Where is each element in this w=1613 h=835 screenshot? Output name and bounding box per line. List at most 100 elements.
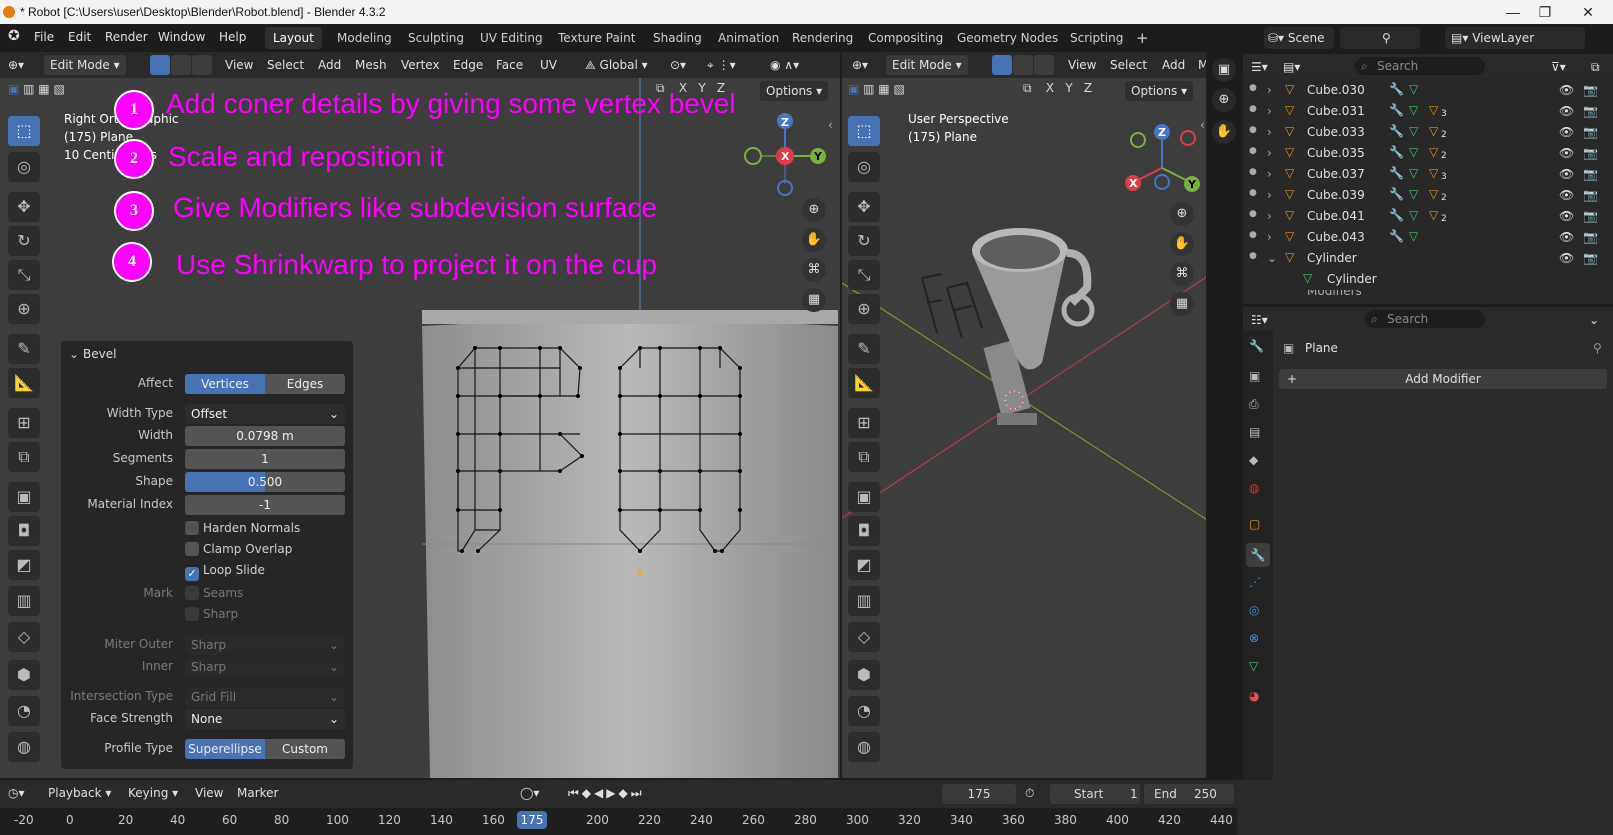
zoom-icon-right[interactable]: ⊕ (1170, 202, 1194, 226)
properties-editor-icon[interactable]: ☷▾ (1251, 310, 1268, 330)
bevel-tool-right[interactable]: ◩ (848, 550, 880, 580)
loop-cut-tool[interactable]: ▥ (8, 586, 40, 616)
profile-custom-button[interactable]: Custom (265, 739, 345, 759)
tab-layout[interactable]: Layout (265, 27, 322, 49)
options-dropdown-right[interactable]: Options ▾ (1125, 81, 1194, 101)
scene-selector[interactable]: ⛁▾ Scene (1264, 27, 1334, 49)
perspective-grid-icon[interactable]: ▦ (1170, 292, 1194, 316)
outliner-row[interactable]: ● › ▽ Cube.031 🔧 ▽ ▽ 3 👁 📷 (1243, 101, 1613, 122)
chevron-right-icon[interactable]: › (1267, 83, 1272, 97)
outliner-row[interactable]: ● › ▽ Cube.035 🔧 ▽ ▽ 2 👁 📷 (1243, 143, 1613, 164)
proportional-edit-icon[interactable]: ◉ ∧▾ (770, 55, 799, 75)
clamp-overlap-checkbox[interactable]: Clamp Overlap (185, 542, 292, 556)
modifier-wrench-icon[interactable]: 🔧 (1246, 543, 1270, 567)
render-camera-icon[interactable]: 📷 (1583, 125, 1598, 139)
mesh-data-icon[interactable]: ▽ (1409, 82, 1418, 96)
loop-cut-tool-right[interactable]: ▥ (848, 586, 880, 616)
miter-outer-dropdown[interactable]: Sharp ⌄ (185, 635, 345, 655)
loop-slide-checkbox[interactable]: ✓ Loop Slide (185, 563, 265, 581)
menu-help[interactable]: Help (219, 30, 246, 44)
menu-window[interactable]: Window (158, 30, 205, 44)
maximize-button[interactable]: ❐ (1530, 2, 1560, 22)
select-box-tool-right[interactable]: ⬚ (848, 116, 880, 146)
modifier-wrench-icon[interactable]: 🔧 (1389, 187, 1404, 201)
menu-uv[interactable]: UV (540, 55, 557, 75)
add-object-tool[interactable]: ⧉ (8, 442, 40, 472)
camera-icon-right[interactable]: ⌘ (1170, 262, 1194, 286)
add-object-tool-right[interactable]: ⧉ (848, 442, 880, 472)
view-layer-selector[interactable]: ▤▾ ViewLayer (1445, 27, 1585, 49)
properties-search-input[interactable]: ⌕ Search (1365, 310, 1485, 328)
particles-tab-icon[interactable]: ⋰ (1249, 575, 1261, 589)
render-camera-icon[interactable]: 📷 (1583, 251, 1598, 265)
editor-type-icon[interactable]: ⊕▾ (8, 55, 24, 75)
edge-select-button-right[interactable] (1013, 55, 1033, 75)
chevron-right-icon[interactable]: › (1267, 104, 1272, 118)
scale-tool-right[interactable]: ⤡ (848, 260, 880, 290)
rotate-tool[interactable]: ↻ (8, 226, 40, 256)
pan-hand-icon-strip[interactable]: ✋ (1212, 120, 1236, 144)
modifier-wrench-icon[interactable]: 🔧 (1389, 166, 1404, 180)
menu-edge[interactable]: Edge (453, 55, 483, 75)
pin-icon[interactable]: ⚲ (1593, 341, 1602, 355)
scene-tab-icon[interactable]: ◆ (1249, 453, 1258, 467)
outliner-partial-row[interactable]: Modifiers (1243, 290, 1613, 298)
scale-tool[interactable]: ⤡ (8, 260, 40, 290)
extrude-tool-right[interactable]: ▣ (848, 482, 880, 512)
add-cube-tool-right[interactable]: ⊞ (848, 408, 880, 438)
timeline-editor-icon[interactable]: ◷▾ (8, 783, 25, 803)
pan-hand-icon[interactable]: ✋ (802, 228, 826, 252)
modifier-wrench-icon[interactable]: 🔧 (1389, 103, 1404, 117)
visibility-eye-icon[interactable]: 👁 (1559, 230, 1574, 244)
scene-field[interactable]: ⚲ (1340, 27, 1420, 49)
render-camera-icon[interactable]: 📷 (1583, 104, 1598, 118)
playhead[interactable]: 175 (517, 811, 547, 829)
zoom-icon[interactable]: ⊕ (802, 198, 826, 222)
add-modifier-button[interactable]: + Add Modifier (1279, 369, 1607, 389)
timeline-ruler[interactable]: -20 0 20 40 60 80 100 120 140 160 200 220 240 260 280 3… (0, 808, 1237, 835)
extrude-tool[interactable]: ▣ (8, 482, 40, 512)
chevron-right-icon[interactable]: › (1267, 209, 1272, 223)
render-tab-icon[interactable]: ▣ (1249, 369, 1260, 383)
menu-add[interactable]: Add (318, 55, 341, 75)
annotate-tool[interactable]: ✎ (8, 334, 40, 364)
chevron-right-icon[interactable]: › (1267, 146, 1272, 160)
chevron-down-icon[interactable]: ⌄ (1589, 310, 1599, 330)
face-strength-dropdown[interactable]: None ⌄ (185, 709, 345, 729)
mode-dropdown[interactable]: Edit Mode ▾ (44, 55, 126, 75)
render-camera-icon[interactable]: 📷 (1583, 209, 1598, 223)
segments-field[interactable]: 1 (185, 449, 345, 469)
visibility-eye-icon[interactable]: 👁 (1559, 146, 1574, 160)
mesh-data-icon[interactable]: ▽ (1409, 187, 1418, 201)
marker-menu[interactable]: Marker (237, 783, 278, 803)
outliner-row[interactable]: ● › ▽ Cube.037 🔧 ▽ ▽ 3 👁 📷 (1243, 164, 1613, 185)
sidebar-toggle-icon-right[interactable]: ‹ (1200, 118, 1205, 132)
harden-normals-checkbox[interactable]: Harden Normals (185, 521, 300, 535)
add-cube-tool[interactable]: ⊞ (8, 408, 40, 438)
move-tool[interactable]: ✥ (8, 192, 40, 222)
visibility-eye-icon[interactable]: 👁 (1559, 251, 1574, 265)
material-index-field[interactable]: -1 (185, 495, 345, 515)
spin-tool-right[interactable]: ◔ (848, 696, 880, 726)
smooth-tool[interactable]: ◍ (8, 732, 40, 762)
intersection-type-dropdown[interactable]: Grid Fill ⌄ (185, 687, 345, 707)
view-layer-tab-icon[interactable]: ▤ (1249, 425, 1260, 439)
mesh-data-icon[interactable]: ▽ (1409, 166, 1418, 180)
keying-menu[interactable]: Keying ▾ (128, 783, 178, 803)
panel-collapse-icon[interactable]: ⌄ (69, 347, 79, 361)
render-camera-icon[interactable]: 📷 (1583, 188, 1598, 202)
snap-icon[interactable]: ⌖ ⋮▾ (707, 55, 736, 75)
spin-tool[interactable]: ◔ (8, 696, 40, 726)
object-tab-icon[interactable]: ▢ (1249, 517, 1260, 531)
mesh-data-icon[interactable]: ▽ (1409, 103, 1418, 117)
physics-tab-icon[interactable]: ◎ (1249, 603, 1259, 617)
axis-y-toggle-right[interactable]: Y (1060, 81, 1078, 101)
chevron-right-icon[interactable]: › (1267, 230, 1272, 244)
view-menu-timeline[interactable]: View (195, 783, 223, 803)
current-frame-field[interactable]: 175 (942, 784, 1016, 804)
sub-toolbar-icons-right[interactable]: ▣ ▥ ▦ ▧ (848, 82, 918, 100)
mode-dropdown-right[interactable]: Edit Mode ▾ (886, 55, 968, 75)
outliner-row[interactable]: ● › ▽ Cube.033 🔧 ▽ ▽ 2 👁 📷 (1243, 122, 1613, 143)
mark-seams-checkbox[interactable]: Seams (185, 586, 243, 600)
rotate-tool-right[interactable]: ↻ (848, 226, 880, 256)
